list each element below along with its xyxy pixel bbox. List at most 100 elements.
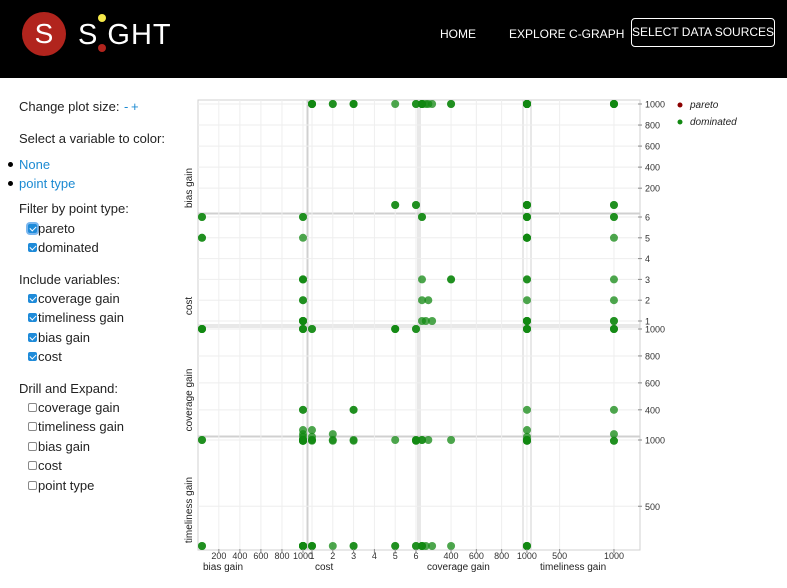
matrix-cell-frame — [307, 435, 421, 551]
scatter-point — [609, 233, 618, 242]
scatter-point — [523, 213, 531, 221]
scatter-point — [299, 542, 307, 550]
scatter-point — [328, 542, 337, 550]
scatter-point — [447, 542, 456, 550]
scatter-point — [609, 100, 618, 108]
y-tick-label: 400 — [645, 405, 660, 415]
x-tick-label: 1000 — [604, 551, 624, 561]
scatter-point — [428, 542, 437, 550]
scatter-point — [523, 405, 531, 414]
scatter-point — [418, 296, 426, 305]
scatter-point — [609, 317, 618, 325]
x-axis-title: bias gain — [203, 562, 243, 573]
matrix-cell-frame — [522, 324, 641, 438]
scatter-point — [609, 201, 618, 209]
x-tick-label: 1 — [309, 551, 314, 561]
scatter-point — [299, 426, 307, 435]
x-tick-label: 800 — [274, 551, 289, 561]
scatter-point — [349, 100, 358, 108]
scatter-point — [349, 436, 358, 445]
scatter-point — [299, 233, 307, 242]
scatter-point — [308, 542, 316, 550]
scatter-point — [418, 213, 426, 221]
matrix-cell-frame — [522, 99, 641, 215]
scatter-point — [412, 201, 420, 209]
scatter-point — [349, 405, 358, 414]
scatter-point — [609, 325, 618, 333]
matrix-cell-frame — [417, 324, 532, 438]
scatter-point — [447, 100, 456, 108]
scatter-point — [308, 325, 316, 333]
scatter-point — [299, 213, 307, 221]
scatter-point — [198, 436, 206, 444]
x-tick-label: 2 — [330, 551, 335, 561]
matrix-cell-frame — [417, 212, 532, 328]
matrix-cell-frame — [522, 435, 641, 551]
y-axis-title: bias gain — [184, 168, 195, 208]
y-tick-label: 1000 — [645, 100, 665, 110]
scatter-point — [418, 275, 426, 284]
x-tick-label: 500 — [552, 551, 567, 561]
y-tick-label: 800 — [645, 351, 660, 361]
scatter-point — [523, 317, 531, 325]
y-tick-label: 5 — [645, 233, 650, 243]
x-axis-title: timeliness gain — [540, 562, 606, 573]
matrix-cell-frame — [417, 99, 532, 215]
scatter-point — [391, 325, 400, 333]
scatter-point — [523, 201, 531, 209]
y-tick-label: 600 — [645, 142, 660, 152]
scatter-point — [609, 275, 618, 284]
x-tick-label: 600 — [469, 551, 484, 561]
x-tick-label: 800 — [494, 551, 509, 561]
scatter-point — [198, 542, 206, 550]
scatter-point — [523, 100, 531, 108]
y-axis-title: timeliness gain — [184, 477, 195, 543]
y-tick-label: 1000 — [645, 436, 665, 446]
x-axis-title: cost — [315, 562, 334, 573]
scatter-point — [412, 325, 420, 333]
x-tick-label: 600 — [253, 551, 268, 561]
scatter-point — [522, 542, 531, 550]
scatter-point — [523, 275, 531, 284]
scatter-point — [418, 100, 426, 108]
x-tick-label: 3 — [351, 551, 356, 561]
scatter-point — [609, 405, 618, 414]
x-tick-label: 400 — [232, 551, 247, 561]
scatter-point — [328, 100, 337, 108]
matrix-cell-frame — [307, 324, 421, 438]
scatter-point — [391, 100, 400, 108]
y-tick-label: 6 — [645, 213, 650, 223]
scatter-point — [299, 296, 307, 305]
scatter-point — [523, 296, 531, 305]
x-tick-label: 1000 — [517, 551, 537, 561]
y-tick-label: 4 — [645, 254, 650, 264]
y-axis-title: cost — [184, 297, 195, 316]
matrix-cell-frame — [307, 99, 421, 215]
matrix-cell-frame — [522, 212, 641, 328]
legend-label: dominated — [690, 117, 737, 128]
scatter-point — [523, 233, 531, 242]
matrix-cell-frame — [197, 324, 308, 438]
y-tick-label: 600 — [645, 378, 660, 388]
scatter-point — [328, 436, 337, 445]
scatter-point — [308, 426, 316, 435]
legend-swatch — [677, 102, 683, 108]
scatter-point — [391, 436, 400, 444]
matrix-cell-frame — [197, 212, 308, 328]
scatter-point — [609, 213, 618, 221]
scatter-point — [523, 426, 531, 435]
y-tick-label: 3 — [645, 275, 650, 285]
y-tick-label: 1000 — [645, 325, 665, 335]
matrix-cell-frame — [307, 212, 421, 328]
scatter-point — [447, 436, 456, 444]
matrix-cell-frame — [197, 435, 308, 551]
y-axis-title: coverage gain — [184, 369, 195, 432]
scatter-point — [299, 317, 307, 325]
scatter-point — [299, 436, 307, 445]
scatter-matrix-chart: 200 400 600 800 1000 1 2 3 4 5 6 400 600 800 1000 500 10… — [184, 99, 737, 573]
scatter-point — [299, 275, 307, 284]
x-tick-label: 4 — [372, 551, 377, 561]
scatter-point — [522, 436, 531, 444]
scatter-point — [391, 542, 400, 550]
scatter-point — [299, 405, 307, 414]
